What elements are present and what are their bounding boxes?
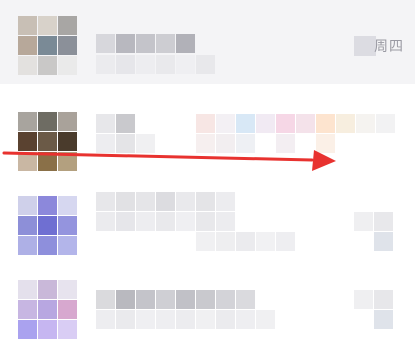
avatar[interactable]	[18, 280, 78, 340]
chat-row-2[interactable]	[0, 96, 415, 180]
chat-row-1[interactable]: 周四	[0, 0, 415, 84]
chat-row-3[interactable]	[0, 180, 415, 264]
avatar[interactable]	[18, 196, 78, 256]
avatar[interactable]	[18, 112, 78, 172]
message-time: 周四	[374, 39, 404, 55]
avatar[interactable]	[18, 16, 78, 76]
chat-row-4[interactable]	[0, 264, 415, 348]
